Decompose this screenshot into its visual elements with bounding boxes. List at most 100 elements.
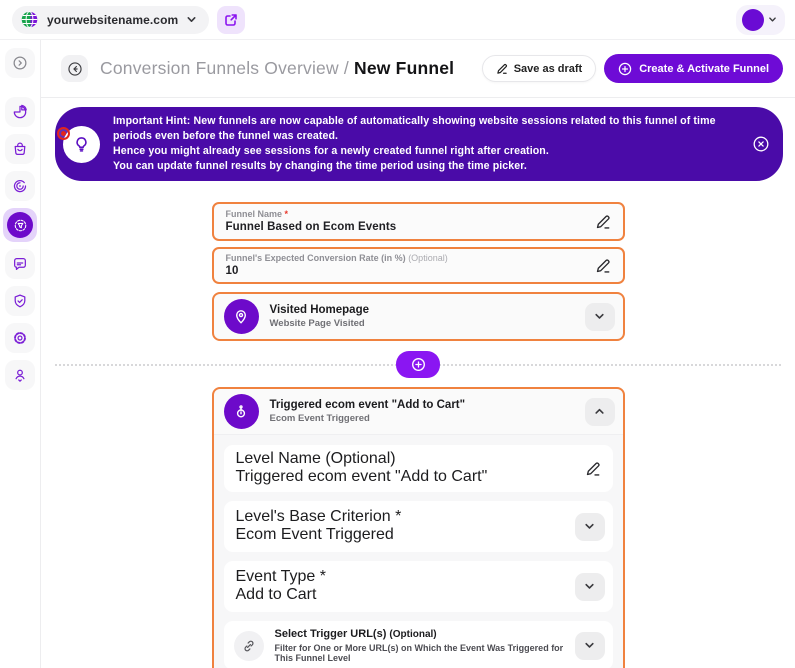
chevron-up-icon: [594, 406, 605, 417]
sidebar-collapse-button[interactable]: [5, 48, 35, 78]
chevron-down-icon: [186, 14, 197, 25]
level-2-collapse-button[interactable]: [585, 398, 615, 426]
close-icon: [752, 135, 770, 153]
website-selector[interactable]: yourwebsitename.com: [12, 6, 209, 34]
level-2-subtitle: Ecom Event Triggered: [270, 413, 466, 424]
sidebar-item-settings[interactable]: [5, 323, 35, 353]
level-name-field[interactable]: Level Name (Optional) Triggered ecom eve…: [224, 445, 613, 492]
optional-mark: (Optional): [408, 253, 448, 263]
collapse-sidebar-icon: [12, 55, 28, 71]
event-type-value: Add to Cart: [236, 586, 601, 604]
external-link-icon: [224, 13, 238, 27]
breadcrumb-current: New Funnel: [354, 58, 454, 78]
event-type-dropdown-button[interactable]: [575, 573, 605, 601]
optional-mark: (Optional): [389, 629, 436, 640]
header-actions: Save as draft Create & Activate Funnel: [482, 54, 783, 83]
bag-icon: [12, 141, 28, 157]
base-criterion-value: Ecom Event Triggered: [236, 526, 601, 544]
conversion-rate-field[interactable]: Funnel's Expected Conversion Rate (in %)…: [212, 247, 625, 284]
hint-line-1: Important Hint: New funnels are now capa…: [113, 114, 743, 144]
gear-icon: [12, 330, 28, 346]
create-activate-funnel-label: Create & Activate Funnel: [639, 63, 769, 75]
chevron-down-icon: [584, 581, 595, 592]
location-pin-icon: [224, 299, 259, 334]
sidebar-item-funnels[interactable]: [3, 208, 37, 242]
chevron-down-icon: [584, 521, 595, 532]
funnel-form: Funnel Name * Funnel Based on Ecom Event…: [41, 181, 795, 668]
level-2-title: Triggered ecom event "Add to Cart": [270, 399, 466, 411]
base-criterion-dropdown-button[interactable]: [575, 513, 605, 541]
required-mark: *: [320, 568, 326, 585]
chat-icon: [12, 256, 28, 272]
trigger-urls-label: Select Trigger URL(s): [275, 628, 387, 640]
account-menu[interactable]: [736, 5, 785, 35]
conversion-rate-label: Funnel's Expected Conversion Rate (in %): [226, 253, 406, 263]
level-2-header[interactable]: Triggered ecom event "Add to Cart" Ecom …: [214, 389, 623, 434]
level-2-body: Level Name (Optional) Triggered ecom eve…: [214, 434, 623, 668]
chevron-down-icon: [768, 15, 777, 24]
funnel-level-1-card: Visited Homepage Website Page Visited: [212, 292, 625, 341]
main-content: Conversion Funnels Overview / New Funnel…: [41, 40, 795, 668]
hint-text: Important Hint: New funnels are now capa…: [113, 114, 769, 174]
save-as-draft-button[interactable]: Save as draft: [482, 55, 596, 82]
level-1-subtitle: Website Page Visited: [270, 318, 370, 329]
sidebar-item-analytics[interactable]: [5, 97, 35, 127]
person-pin-icon: [12, 367, 28, 383]
sidebar-item-security[interactable]: [5, 286, 35, 316]
shield-check-icon: [12, 293, 28, 309]
ecom-tag-icon: [224, 394, 259, 429]
base-criterion-label: Level's Base Criterion: [236, 508, 391, 525]
sidebar-item-feedback[interactable]: [5, 249, 35, 279]
required-mark: *: [395, 508, 401, 525]
sidebar-item-sessions[interactable]: [5, 171, 35, 201]
event-type-label: Event Type: [236, 568, 316, 585]
open-website-button[interactable]: [217, 6, 245, 34]
create-activate-funnel-button[interactable]: Create & Activate Funnel: [604, 54, 783, 83]
hint-line-3: You can update funnel results by changin…: [113, 159, 743, 174]
conversion-rate-value: 10: [226, 265, 611, 277]
optional-mark: (Optional): [325, 450, 395, 467]
sidebar-item-orders[interactable]: [5, 134, 35, 164]
level-name-label: Level Name: [236, 450, 321, 467]
edit-conversion-rate-button[interactable]: [595, 258, 611, 274]
trigger-urls-field[interactable]: Select Trigger URL(s) (Optional) Filter …: [224, 621, 613, 668]
globe-icon: [20, 10, 39, 29]
trigger-urls-dropdown-button[interactable]: [575, 632, 605, 660]
back-button[interactable]: [61, 55, 88, 82]
link-icon: [234, 631, 264, 661]
chevron-down-icon: [594, 311, 605, 322]
base-criterion-field[interactable]: Level's Base Criterion * Ecom Event Trig…: [224, 501, 613, 552]
level-name-value: Triggered ecom event "Add to Cart": [236, 468, 601, 486]
level-1-expand-button[interactable]: [585, 303, 615, 331]
funnel-name-value: Funnel Based on Ecom Events: [226, 221, 611, 233]
event-type-field[interactable]: Event Type * Add to Cart: [224, 561, 613, 612]
required-mark: *: [285, 209, 289, 219]
page-title: Conversion Funnels Overview / New Funnel: [100, 58, 454, 79]
recording-dot: [57, 127, 70, 140]
avatar: [742, 9, 764, 31]
save-as-draft-label: Save as draft: [514, 63, 582, 75]
level-1-header[interactable]: Visited Homepage Website Page Visited: [214, 294, 623, 339]
plus-circle-icon: [618, 62, 632, 76]
edit-funnel-name-button[interactable]: [595, 214, 611, 230]
funnel-name-label: Funnel Name: [226, 209, 283, 219]
pie-chart-icon: [12, 104, 28, 120]
chevron-down-icon: [584, 640, 595, 651]
hint-line-2: Hence you might already see sessions for…: [113, 144, 743, 159]
trigger-urls-subtitle: Filter for One or More URL(s) on Which t…: [275, 643, 565, 663]
add-level-button-1[interactable]: [396, 351, 440, 378]
pencil-icon: [496, 63, 508, 75]
page-header: Conversion Funnels Overview / New Funnel…: [41, 40, 795, 98]
pencil-icon: [585, 461, 601, 477]
sidebar: [0, 40, 41, 668]
dismiss-hint-button[interactable]: [751, 134, 771, 154]
edit-level-name-button[interactable]: [585, 461, 601, 477]
level-1-title: Visited Homepage: [270, 304, 370, 316]
website-name: yourwebsitename.com: [47, 13, 178, 27]
funnel-level-2-card: Triggered ecom event "Add to Cart" Ecom …: [212, 387, 625, 668]
arrow-left-icon: [67, 61, 83, 77]
lightbulb-icon: [73, 136, 90, 153]
funnel-name-field[interactable]: Funnel Name * Funnel Based on Ecom Event…: [212, 202, 625, 241]
sidebar-item-audience[interactable]: [5, 360, 35, 390]
sessions-swirl-icon: [12, 178, 28, 194]
